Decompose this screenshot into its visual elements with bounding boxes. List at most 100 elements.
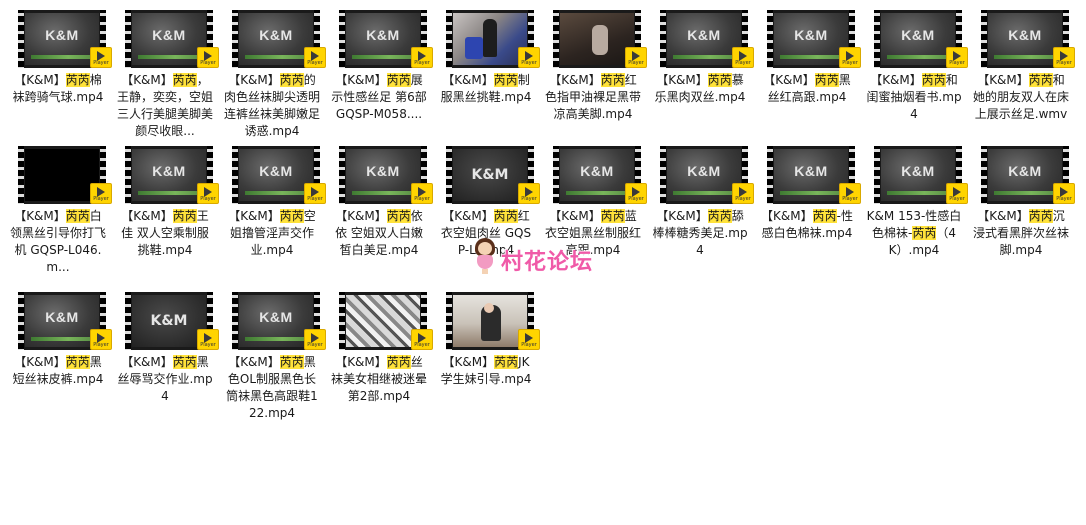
file-name[interactable]: 【K&M】芮芮的肉色丝袜脚尖透明连裤丝袜美脚嫩足诱惑.mp4 bbox=[224, 72, 320, 140]
km-logo: K&M bbox=[259, 163, 293, 179]
file-item[interactable]: Player 【K&M】芮芮丝袜美女相继被迷晕 第2部.mp4 bbox=[321, 282, 433, 412]
file-item[interactable]: K&M Player 【K&M】芮芮舔棒棒糖秀美足.mp4 bbox=[642, 136, 754, 266]
file-name-prefix: 【K&M】 bbox=[763, 73, 815, 87]
search-highlight: 芮芮 bbox=[386, 209, 411, 223]
search-highlight: 芮芮 bbox=[494, 355, 519, 369]
file-name-prefix: 【K&M】 bbox=[228, 209, 280, 223]
file-name[interactable]: 【K&M】芮芮王佳 双人空乘制服挑鞋.mp4 bbox=[117, 208, 213, 259]
file-name-prefix: 【K&M】 bbox=[14, 209, 66, 223]
file-name[interactable]: 【K&M】芮芮空姐撸管淫声交作业.mp4 bbox=[224, 208, 320, 259]
search-highlight: 芮芮 bbox=[279, 355, 304, 369]
search-highlight: 芮芮 bbox=[812, 209, 837, 223]
file-name-prefix: 【K&M】 bbox=[656, 73, 708, 87]
km-logo: K&M bbox=[366, 163, 400, 179]
km-logo: K&M bbox=[687, 27, 721, 43]
file-item[interactable]: K&M Player K&M 153-性感白色棉袜-芮芮（4K）.mp4 bbox=[856, 136, 968, 266]
km-logo: K&M bbox=[366, 27, 400, 43]
file-name-prefix: 【K&M】 bbox=[442, 355, 495, 369]
file-item[interactable]: K&M Player 【K&M】芮芮和闺蜜抽烟看书.mp4 bbox=[856, 0, 968, 130]
km-logo: K&M bbox=[45, 309, 79, 325]
search-highlight: 芮芮 bbox=[912, 226, 937, 240]
file-name-prefix: 【K&M】 bbox=[335, 73, 387, 87]
search-highlight: 芮芮 bbox=[279, 209, 304, 223]
file-name[interactable]: 【K&M】芮芮红色指甲油裸足黑带凉高美脚.mp4 bbox=[545, 72, 641, 123]
file-item[interactable]: K&M Player 【K&M】芮芮黑色OL制服黑色长筒袜黑色高跟鞋122.mp4 bbox=[214, 282, 326, 420]
file-name[interactable]: K&M 153-性感白色棉袜-芮芮（4K）.mp4 bbox=[866, 208, 962, 259]
file-item[interactable]: K&M Player 【K&M】芮芮展示性感丝足 第6部 GQSP-M058.... bbox=[321, 0, 433, 130]
search-highlight: 芮芮 bbox=[707, 73, 732, 87]
search-highlight: 芮芮 bbox=[600, 209, 625, 223]
file-name[interactable]: 【K&M】芮芮黑丝辱骂交作业.mp4 bbox=[117, 354, 213, 405]
search-highlight: 芮芮 bbox=[386, 355, 411, 369]
badge-label: Player bbox=[521, 342, 537, 348]
search-highlight: 芮芮 bbox=[814, 73, 839, 87]
file-item[interactable]: Player 【K&M】芮芮制服黑丝挑鞋.mp4 bbox=[428, 0, 540, 130]
search-highlight: 芮芮 bbox=[493, 209, 518, 223]
file-name-prefix: 【K&M】 bbox=[549, 209, 601, 223]
file-name[interactable]: 【K&M】芮芮制服黑丝挑鞋.mp4 bbox=[438, 72, 534, 106]
file-name[interactable]: 【K&M】芮芮黑短丝袜皮裤.mp4 bbox=[10, 354, 106, 388]
file-name-prefix: 【K&M】 bbox=[14, 355, 66, 369]
km-logo: K&M bbox=[259, 309, 293, 325]
badge-label: Player bbox=[1056, 196, 1072, 202]
km-logo: K&M bbox=[687, 163, 721, 179]
search-highlight: 芮芮 bbox=[65, 355, 90, 369]
search-highlight: 芮芮 bbox=[493, 73, 518, 87]
file-name[interactable]: 【K&M】芮芮JK学生妹引导.mp4 bbox=[438, 354, 534, 388]
file-name-prefix: 【K&M】 bbox=[977, 73, 1029, 87]
km-logo: K&M bbox=[794, 27, 828, 43]
file-name[interactable]: 【K&M】芮芮舔棒棒糖秀美足.mp4 bbox=[652, 208, 748, 259]
file-item[interactable]: K&M Player 【K&M】芮芮空姐撸管淫声交作业.mp4 bbox=[214, 136, 326, 266]
file-item[interactable]: Player 【K&M】芮芮JK学生妹引导.mp4 bbox=[428, 282, 540, 412]
file-name[interactable]: 【K&M】芮芮沉浸式看黑胖次丝袜脚.mp4 bbox=[973, 208, 1069, 259]
file-item[interactable]: K&M Player 【K&M】芮芮棉袜跨骑气球.mp4 bbox=[0, 0, 112, 130]
file-name-prefix: 【K&M】 bbox=[549, 73, 601, 87]
file-item[interactable]: K&M Player 【K&M】芮芮慕乐黑肉双丝.mp4 bbox=[642, 0, 754, 130]
km-logo: K&M bbox=[1008, 163, 1042, 179]
badge-label: Player bbox=[1056, 60, 1072, 66]
player-badge-icon: Player bbox=[1053, 47, 1075, 68]
player-badge-icon: Player bbox=[1053, 183, 1075, 204]
search-highlight: 芮芮 bbox=[172, 355, 197, 369]
file-name[interactable]: 【K&M】芮芮白领黑丝引导你打飞机 GQSP-L046.m... bbox=[10, 208, 106, 276]
km-logo: K&M bbox=[901, 27, 935, 43]
file-item[interactable]: K&M Player 【K&M】芮芮黑丝辱骂交作业.mp4 bbox=[107, 282, 219, 412]
file-item[interactable]: Player 【K&M】芮芮红色指甲油裸足黑带凉高美脚.mp4 bbox=[535, 0, 647, 130]
file-item[interactable]: K&M Player 【K&M】芮芮王佳 双人空乘制服挑鞋.mp4 bbox=[107, 136, 219, 266]
file-name[interactable]: 【K&M】芮芮依依 空姐双人白嫩皙白美足.mp4 bbox=[331, 208, 427, 259]
file-name[interactable]: 【K&M】芮芮-性感白色棉袜.mp4 bbox=[759, 208, 855, 242]
file-name[interactable]: 【K&M】芮芮丝袜美女相继被迷晕 第2部.mp4 bbox=[331, 354, 427, 405]
search-highlight: 芮芮 bbox=[65, 209, 90, 223]
file-item[interactable]: K&M Player 【K&M】芮芮，王静，奕奕，空姐三人行美腿美脚美颜尽收眼... bbox=[107, 0, 219, 138]
file-name-prefix: 【K&M】 bbox=[14, 73, 66, 87]
file-item[interactable]: K&M Player 【K&M】芮芮黑丝红高跟.mp4 bbox=[749, 0, 861, 130]
file-name[interactable]: 【K&M】芮芮，王静，奕奕，空姐三人行美腿美脚美颜尽收眼... bbox=[117, 72, 213, 140]
file-item[interactable]: K&M Player 【K&M】芮芮-性感白色棉袜.mp4 bbox=[749, 136, 861, 266]
km-logo: K&M bbox=[1008, 27, 1042, 43]
search-highlight: 芮芮 bbox=[707, 209, 732, 223]
km-logo: K&M bbox=[259, 27, 293, 43]
search-highlight: 芮芮 bbox=[65, 73, 90, 87]
file-name[interactable]: 【K&M】芮芮慕乐黑肉双丝.mp4 bbox=[652, 72, 748, 106]
file-name-prefix: 【K&M】 bbox=[121, 209, 173, 223]
km-logo: K&M bbox=[150, 313, 188, 329]
file-item[interactable]: K&M Player 【K&M】芮芮黑短丝袜皮裤.mp4 bbox=[0, 282, 112, 412]
forum-watermark: 村花论坛 bbox=[467, 238, 627, 280]
file-name[interactable]: 【K&M】芮芮棉袜跨骑气球.mp4 bbox=[10, 72, 106, 106]
file-item[interactable]: K&M Player 【K&M】芮芮依依 空姐双人白嫩皙白美足.mp4 bbox=[321, 136, 433, 266]
file-item[interactable]: K&M Player 【K&M】芮芮和她的朋友双人在床上展示丝足.wmv bbox=[963, 0, 1075, 130]
file-name[interactable]: 【K&M】芮芮和闺蜜抽烟看书.mp4 bbox=[866, 72, 962, 123]
file-name[interactable]: 【K&M】芮芮和她的朋友双人在床上展示丝足.wmv bbox=[973, 72, 1069, 123]
file-name[interactable]: 【K&M】芮芮黑色OL制服黑色长筒袜黑色高跟鞋122.mp4 bbox=[224, 354, 320, 422]
search-highlight: 芮芮 bbox=[279, 73, 304, 87]
file-name-prefix: 【K&M】 bbox=[977, 209, 1029, 223]
file-name-prefix: 【K&M】 bbox=[442, 209, 494, 223]
km-logo: K&M bbox=[152, 163, 186, 179]
file-item[interactable]: Player 【K&M】芮芮白领黑丝引导你打飞机 GQSP-L046.m... bbox=[0, 136, 112, 274]
file-item[interactable]: K&M Player 【K&M】芮芮的肉色丝袜脚尖透明连裤丝袜美脚嫩足诱惑.mp4 bbox=[214, 0, 326, 138]
file-name-prefix: 【K&M】 bbox=[228, 73, 280, 87]
file-item[interactable]: K&M Player 【K&M】芮芮沉浸式看黑胖次丝袜脚.mp4 bbox=[963, 136, 1075, 266]
file-name[interactable]: 【K&M】芮芮展示性感丝足 第6部 GQSP-M058.... bbox=[331, 72, 427, 123]
file-name-prefix: 【K&M】 bbox=[335, 355, 387, 369]
file-name[interactable]: 【K&M】芮芮黑丝红高跟.mp4 bbox=[759, 72, 855, 106]
